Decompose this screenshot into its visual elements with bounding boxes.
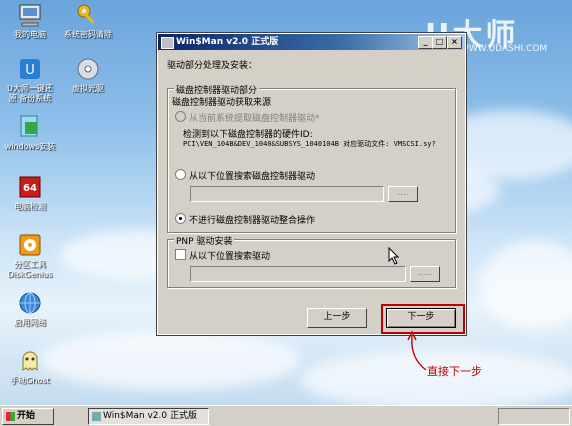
- pnp-group-title: PNP 驱动安装: [174, 234, 235, 247]
- windows-install-icon: [17, 114, 43, 140]
- desktop-icon-network[interactable]: 启用网络: [0, 290, 60, 328]
- pnp-search-checkbox[interactable]: [175, 249, 186, 260]
- minimize-button[interactable]: _: [418, 36, 433, 49]
- radio-extract-driver[interactable]: [175, 111, 186, 122]
- brand-url: WWW.UDASHI.COM: [460, 44, 548, 54]
- start-label: 开始: [17, 411, 36, 421]
- hardware-id-text: PCI\VEN_104B&DEV_1040&SUBSYS_1040104B 对应…: [183, 140, 436, 148]
- cd-drive-icon: [75, 56, 101, 82]
- desktop-icon-diskgenius[interactable]: 分区工具 DiskGenius: [0, 232, 60, 280]
- windows-flag-icon: [6, 412, 15, 421]
- desktop-icon-label: U大师一键还 原·备份系统: [7, 84, 53, 103]
- pnp-driver-group: PNP 驱动安装 从以下位置搜索驱动 .....: [167, 234, 456, 288]
- desktop-icon-my-computer[interactable]: 我的电脑: [0, 2, 60, 40]
- close-button[interactable]: ×: [447, 36, 462, 49]
- pnp-search-label: 从以下位置搜索驱动: [189, 252, 271, 262]
- backup-icon: U: [17, 56, 43, 82]
- option-skip-label: 不进行磁盘控制器驱动整合操作: [189, 216, 316, 226]
- taskbar-item-winsman[interactable]: Win$Man v2.0 正式版: [88, 408, 209, 425]
- my-computer-icon: [17, 2, 43, 28]
- option-extract-label: 从当前系统提取磁盘控制器驱动*: [189, 114, 320, 124]
- mouse-cursor-icon: [388, 247, 400, 265]
- source-label: 磁盘控制器驱动获取来源: [172, 98, 272, 108]
- desktop-icon-label: 系统密码清除: [64, 30, 112, 39]
- desktop-icon-virtual-drive[interactable]: 虚拟光驱: [58, 56, 118, 94]
- maximize-button[interactable]: □: [432, 36, 447, 49]
- winsman-window: Win$Man v2.0 正式版 _ □ × 驱动部分处理及安装： 磁盘控制器驱…: [156, 32, 467, 336]
- desktop-icon-ghost[interactable]: 手动Ghost: [0, 348, 60, 386]
- radio-skip-driver[interactable]: [175, 213, 186, 224]
- window-titlebar[interactable]: Win$Man v2.0 正式版 _ □ ×: [158, 34, 465, 50]
- disk-driver-path-input[interactable]: [190, 186, 384, 202]
- pnp-path-input[interactable]: [190, 266, 406, 282]
- desktop-icon-pc-check[interactable]: 64 电脑检测: [0, 174, 60, 212]
- pnp-browse-button[interactable]: .....: [410, 266, 440, 282]
- prev-button[interactable]: 上一步: [307, 308, 367, 328]
- option-search-label: 从以下位置搜索磁盘控制器驱动: [189, 172, 316, 182]
- network-icon: [17, 290, 43, 316]
- desktop-icon-password-clear[interactable]: 系统密码清除: [58, 2, 118, 40]
- desktop-icon-label: windows安装: [4, 142, 56, 151]
- disk-browse-button[interactable]: ....: [388, 186, 418, 202]
- desktop-icon-label: 分区工具 DiskGenius: [7, 260, 53, 279]
- svg-text:64: 64: [23, 183, 37, 194]
- cpu64-icon: 64: [17, 174, 43, 200]
- section-subtitle: 驱动部分处理及安装：: [167, 61, 258, 71]
- start-button[interactable]: 开始: [2, 408, 54, 425]
- app-icon: [161, 37, 174, 49]
- window-title: Win$Man v2.0 正式版: [176, 37, 279, 47]
- desktop-icon-backup[interactable]: U U大师一键还 原·备份系统: [0, 56, 60, 104]
- task-label: Win$Man v2.0 正式版: [103, 411, 197, 421]
- system-tray: [498, 408, 570, 425]
- task-app-icon: [92, 412, 101, 421]
- desktop-icon-label: 虚拟光驱: [72, 84, 104, 93]
- ghost-icon: [17, 348, 43, 374]
- svg-text:U: U: [25, 63, 35, 78]
- diskgenius-icon: [17, 232, 43, 258]
- annotation-text: 直接下一步: [427, 365, 482, 378]
- desktop-icon-label: 我的电脑: [14, 30, 46, 39]
- radio-search-driver[interactable]: [175, 169, 186, 180]
- desktop-icon-label: 手动Ghost: [10, 376, 50, 385]
- key-icon: [75, 2, 101, 28]
- desktop-icon-windows-install[interactable]: windows安装: [0, 114, 60, 152]
- desktop-icon-label: 电脑检测: [14, 202, 46, 211]
- disk-controller-group: 磁盘控制器驱动部分 磁盘控制器驱动获取来源 从当前系统提取磁盘控制器驱动* 检测…: [167, 83, 456, 233]
- desktop-icon-label: 启用网络: [14, 318, 46, 327]
- taskbar: 开始 Win$Man v2.0 正式版: [0, 405, 572, 426]
